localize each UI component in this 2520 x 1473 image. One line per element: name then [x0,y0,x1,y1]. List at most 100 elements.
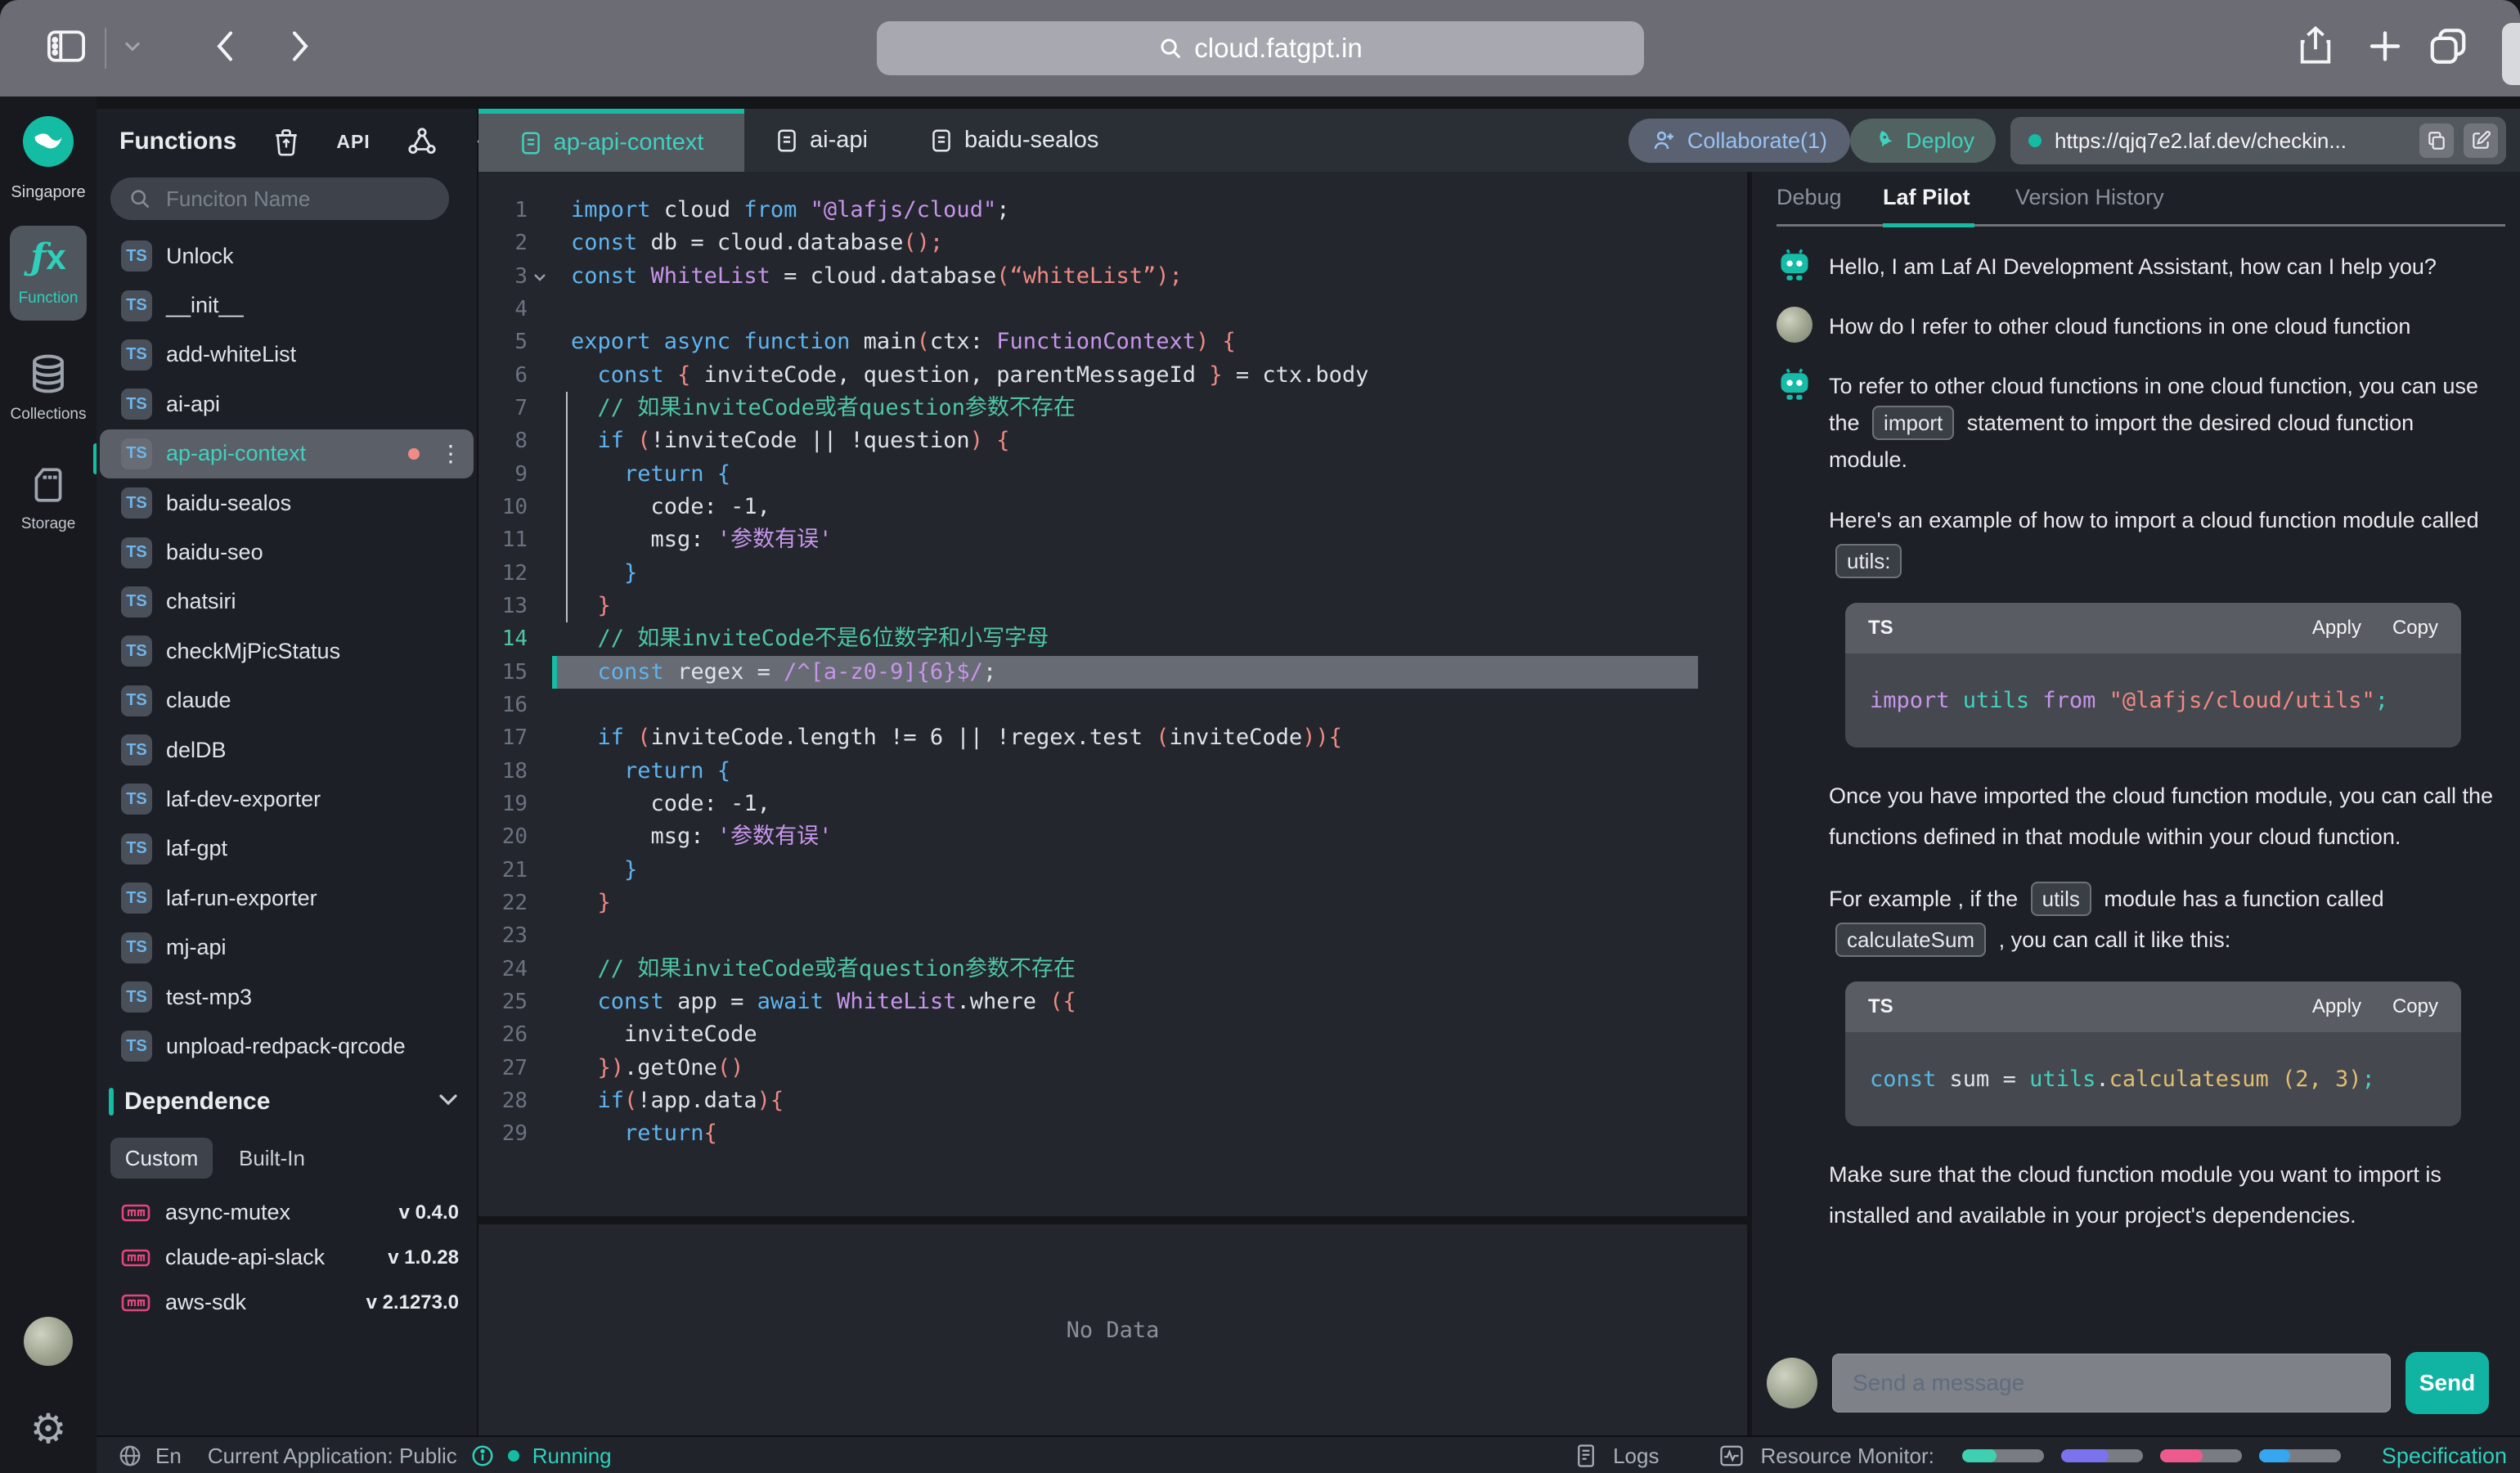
dependency-item[interactable]: aws-sdkv 2.1273.0 [97,1280,477,1325]
typescript-badge: TS [121,290,152,321]
function-list-item[interactable]: TS__init__ [97,281,477,330]
back-button[interactable] [213,27,237,70]
code-line: 15 const regex = /^[a-z0-9]{6}$/; [478,656,1747,689]
info-icon[interactable] [470,1444,495,1468]
code-line: 29 return{ [478,1117,1747,1150]
line-number: 8 [478,424,528,457]
code-line: 5export async function main(ctx: Functio… [478,326,1747,358]
tab-laf-pilot[interactable]: Laf Pilot [1883,185,1970,210]
code-text: const WhiteList = cloud.database(“whiteL… [552,260,1698,293]
laf-logo[interactable] [23,116,74,167]
apply-button[interactable]: Apply [2312,995,2361,1018]
apply-button[interactable]: Apply [2312,617,2361,640]
settings-gear-icon[interactable]: ⚙ [0,1405,97,1453]
recycle-bin-icon[interactable] [272,127,300,156]
sidebar-item-collections[interactable]: Collections [0,352,97,424]
fold-chevron-icon[interactable] [528,260,552,293]
edit-url-button[interactable] [2464,123,2498,158]
code-editor[interactable]: 1import cloud from "@lafjs/cloud";2const… [478,172,1747,1216]
tab-debug[interactable]: Debug [1777,185,1842,210]
function-list-item[interactable]: TSclaude [97,676,477,725]
new-tab-icon[interactable] [2365,27,2405,70]
sidebar-toggle-icon[interactable] [46,28,87,70]
logs-icon[interactable] [1575,1444,1597,1468]
function-list-item[interactable]: TSUnlock [97,231,477,281]
share-icon[interactable] [2297,24,2334,74]
dependency-item[interactable]: async-mutexv 0.4.0 [97,1190,477,1235]
chat-message-input[interactable] [1832,1354,2391,1412]
storage-icon [28,465,69,505]
tab-custom[interactable]: Custom [110,1138,213,1179]
code-lang-label: TS [1868,995,1893,1018]
function-search-box[interactable] [110,177,449,220]
api-docs-icon[interactable]: API [336,131,370,153]
forward-button[interactable] [288,27,312,70]
copy-button[interactable]: Copy [2392,995,2438,1018]
copy-button[interactable]: Copy [2392,617,2438,640]
copy-url-button[interactable] [2419,123,2454,158]
function-name: claude [166,688,231,713]
specification-link[interactable]: Specification [2382,1444,2507,1469]
function-list-item[interactable]: TSlaf-gpt [97,824,477,873]
message-text: To refer to other cloud functions in one… [1829,366,2497,478]
code-text: const db = cloud.database(); [552,227,1698,259]
chat-code-block: TSApplyCopyconst sum = utils.calculatesu… [1845,981,2461,1126]
trigger-icon[interactable] [407,126,438,157]
function-list-item[interactable]: TSai-api [97,379,477,429]
tab-version-history[interactable]: Version History [2015,185,2164,210]
send-button[interactable]: Send [2405,1352,2489,1414]
user-avatar [1777,307,1813,343]
kebab-menu-icon[interactable]: ⋮ [439,440,462,467]
function-list-item[interactable]: TSchatsiri [97,577,477,626]
function-list-item[interactable]: TSdelDB [97,725,477,775]
globe-icon[interactable] [118,1444,142,1468]
function-list-item[interactable]: TSmj-api [97,923,477,972]
editor-tab[interactable]: baidu-sealos [899,109,1130,172]
function-list-item[interactable]: TSbaidu-seo [97,528,477,577]
code-text: return { [552,755,1698,788]
resource-monitor-icon [1719,1444,1744,1467]
function-list-item[interactable]: TSadd-whiteList [97,330,477,379]
sidebar-item-storage[interactable]: Storage [0,465,97,533]
function-list-item[interactable]: TSlaf-run-exporter [97,873,477,923]
collaborate-button[interactable]: Collaborate(1) [1628,119,1850,163]
tabs-overview-icon[interactable] [2428,26,2468,71]
gutter-space [528,854,552,887]
no-data-label: No Data [1067,1318,1160,1343]
editor-tab-active[interactable]: ap-api-context [478,109,744,172]
function-list-item[interactable]: TScheckMjPicStatus [97,626,477,676]
function-list-item[interactable]: TSlaf-dev-exporter [97,775,477,824]
tab-built-in[interactable]: Built-In [239,1146,305,1171]
package-name: claude-api-slack [165,1245,325,1270]
typescript-badge: TS [121,1031,152,1062]
resource-usage-bar [2160,1449,2242,1462]
function-url[interactable]: https://qjq7e2.laf.dev/checkin... [2010,117,2506,164]
code-text: }).getOne() [552,1052,1698,1085]
chat-message-bot: Hello, I am Laf AI Development Assistant… [1777,247,2497,285]
deploy-button[interactable]: Deploy [1850,119,1996,163]
function-search-input[interactable] [164,186,429,213]
user-avatar[interactable] [24,1317,73,1366]
code-line: 27 }).getOne() [478,1052,1747,1085]
line-number: 27 [478,1052,528,1085]
code-line: 19 code: -1, [478,788,1747,820]
function-list-item[interactable]: TStest-mp3 [97,972,477,1022]
collapse-chevron-icon[interactable] [436,1092,460,1112]
dependency-item[interactable]: claude-api-slackv 1.0.28 [97,1235,477,1280]
typescript-badge: TS [121,882,152,914]
logs-label[interactable]: Logs [1613,1444,1659,1469]
chevron-down-icon[interactable] [123,40,142,57]
code-line: 28 if(!app.data){ [478,1085,1747,1117]
code-text: return { [552,458,1698,491]
function-list-item[interactable]: TSbaidu-sealos [97,478,477,528]
language-label[interactable]: En [155,1444,182,1469]
line-number: 21 [478,854,528,887]
gutter-space [528,622,552,655]
storage-label: Storage [0,515,97,533]
function-list-item[interactable]: TSunpload-redpack-qrcode [97,1022,477,1071]
editor-tab[interactable]: ai-api [744,109,899,172]
function-list-item[interactable]: TSap-api-context⋮ [100,429,474,478]
npm-icon [121,1293,150,1313]
address-bar[interactable]: cloud.fatgpt.in [877,21,1644,75]
sidebar-item-function[interactable]: ƒx Function [10,226,87,321]
